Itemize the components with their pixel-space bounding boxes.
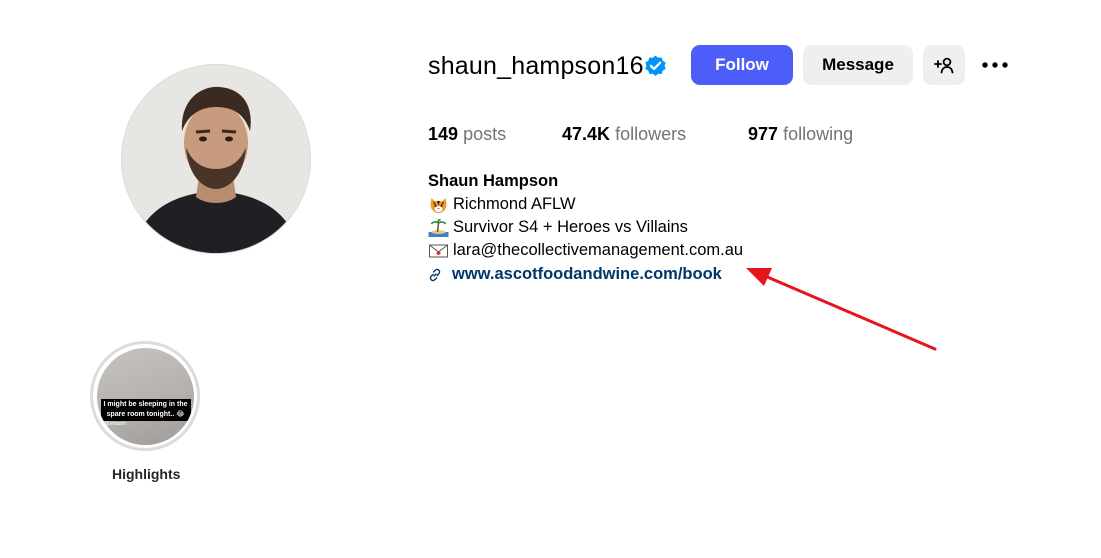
- bio-link-row[interactable]: www.ascotfoodandwine.com/book: [428, 263, 743, 286]
- envelope-emoji-icon: [429, 244, 448, 257]
- verified-badge-icon: [645, 55, 666, 76]
- bio-email-text: lara@thecollectivemanagement.com.au: [453, 241, 744, 259]
- message-button[interactable]: Message: [803, 45, 913, 85]
- more-options-button[interactable]: [979, 53, 1011, 77]
- profile-bio: Shaun Hampson Richmond AFLW Survivor S4 …: [428, 170, 743, 286]
- bio-survivor-text: Survivor S4 + Heroes vs Villains: [453, 218, 688, 236]
- profile-avatar[interactable]: [122, 65, 310, 253]
- followers-stat[interactable]: 47.4K followers: [562, 122, 686, 146]
- following-label: following: [783, 124, 854, 144]
- followers-count: 47.4K: [562, 124, 611, 144]
- highlight-label: Highlights: [112, 466, 181, 482]
- posts-count: 149: [428, 124, 459, 144]
- posts-stat: 149 posts: [428, 122, 506, 146]
- add-user-button[interactable]: [923, 45, 965, 85]
- posts-label: posts: [463, 124, 507, 144]
- highlight-cover: I might be sleeping in the spare room to…: [96, 347, 194, 445]
- followers-label: followers: [615, 124, 687, 144]
- bio-external-link[interactable]: www.ascotfoodandwine.com/book: [452, 263, 722, 286]
- bio-line-team: Richmond AFLW: [428, 193, 743, 216]
- highlight-caption-sub: @shaunh: [104, 420, 126, 427]
- bio-team-text: Richmond AFLW: [453, 195, 576, 213]
- profile-photo: [122, 65, 310, 253]
- profile-username: shaun_hampson16: [428, 52, 644, 80]
- following-stat[interactable]: 977 following: [748, 122, 853, 146]
- follow-button[interactable]: Follow: [691, 45, 793, 85]
- following-count: 977: [748, 124, 779, 144]
- link-icon: [429, 268, 441, 281]
- bio-line-email: lara@thecollectivemanagement.com.au: [428, 239, 743, 262]
- add-user-icon: [934, 57, 954, 74]
- more-options-icon: [982, 62, 1008, 68]
- bio-line-survivor: Survivor S4 + Heroes vs Villains: [428, 216, 743, 239]
- island-emoji-icon: [428, 218, 449, 237]
- tiger-emoji-icon: [430, 197, 447, 213]
- highlight-caption: I might be sleeping in the spare room to…: [100, 398, 191, 421]
- bio-full-name: Shaun Hampson: [428, 172, 559, 190]
- highlight-item[interactable]: I might be sleeping in the spare room to…: [90, 341, 200, 451]
